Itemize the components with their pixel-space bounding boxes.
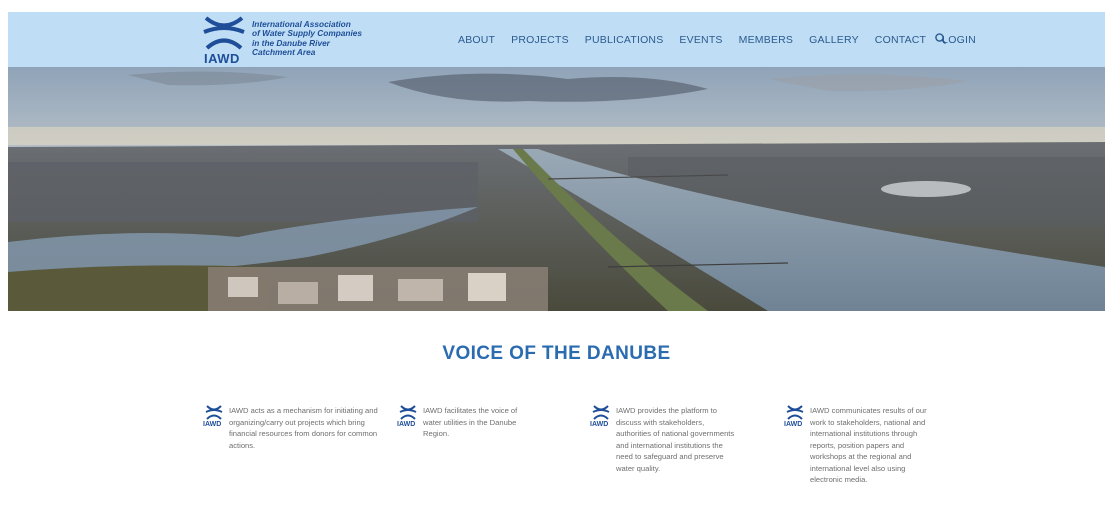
site-header: IAWD International Association of Water … (8, 12, 1105, 67)
feature-logo-abbr: IAWD (784, 421, 803, 428)
iawd-feature-logo: IAWD (203, 404, 225, 434)
danube-aerial-photo (8, 67, 1105, 311)
iawd-feature-logo: IAWD (590, 404, 612, 434)
section-title: VOICE OF THE DANUBE (442, 343, 671, 364)
feature-text: IAWD facilitates the voice of water util… (423, 406, 518, 438)
hero-image (8, 67, 1105, 311)
feature-item: IAWD IAWD communicates results of our wo… (784, 402, 959, 502)
wave-logo-icon (399, 405, 417, 420)
feature-logo-abbr: IAWD (590, 421, 609, 428)
feature-logo-abbr: IAWD (203, 421, 222, 428)
iawd-feature-logo: IAWD (397, 404, 419, 434)
wave-logo-icon (205, 405, 223, 420)
feature-item: IAWD IAWD provides the platform to discu… (590, 402, 765, 502)
nav-about[interactable]: ABOUT (458, 34, 495, 46)
nav-contact[interactable]: CONTACT (875, 34, 926, 46)
feature-logo-abbr: IAWD (397, 421, 416, 428)
feature-text: IAWD communicates results of our work to… (810, 406, 927, 484)
main-nav: ABOUT PROJECTS PUBLICATIONS EVENTS MEMBE… (458, 34, 992, 46)
nav-gallery[interactable]: GALLERY (809, 34, 859, 46)
feature-item: IAWD IAWD facilitates the voice of water… (397, 402, 572, 502)
feature-text: IAWD provides the platform to discuss wi… (616, 406, 735, 473)
nav-members[interactable]: MEMBERS (739, 34, 794, 46)
nav-publications[interactable]: PUBLICATIONS (585, 34, 664, 46)
search-icon[interactable] (934, 32, 948, 46)
wave-logo-icon (786, 405, 804, 420)
feature-item: IAWD IAWD acts as a mechanism for initia… (203, 402, 378, 502)
iawd-feature-logo: IAWD (784, 404, 806, 434)
logo-abbreviation: IAWD (204, 51, 240, 66)
logo-line: Catchment Area (252, 47, 316, 58)
feature-text: IAWD acts as a mechanism for initiating … (229, 406, 378, 450)
logo-full-name: International Association of Water Suppl… (252, 19, 382, 58)
nav-events[interactable]: EVENTS (679, 34, 722, 46)
wave-logo-icon (592, 405, 610, 420)
nav-projects[interactable]: PROJECTS (511, 34, 569, 46)
wave-logo-icon (203, 16, 245, 50)
iawd-logo[interactable]: IAWD International Association of Water … (202, 15, 362, 66)
